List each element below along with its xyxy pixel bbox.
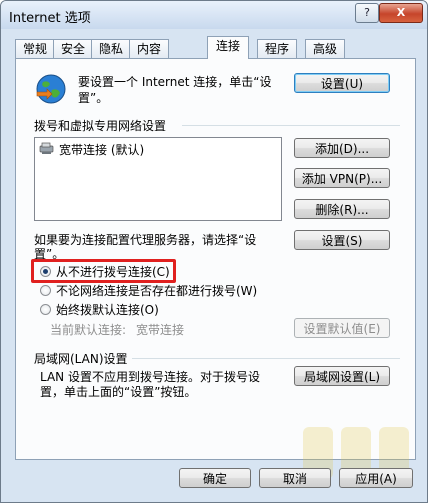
tab-security[interactable]: 安全 bbox=[53, 39, 93, 58]
dialup-section-title: 拨号和虚拟专用网络设置 bbox=[34, 119, 167, 133]
lan-section-title: 局域网(LAN)设置 bbox=[34, 352, 128, 366]
window-title: Internet 选项 bbox=[9, 11, 91, 26]
setup-button[interactable]: 设置(U) bbox=[294, 73, 390, 93]
dial-whenever-radio[interactable] bbox=[40, 285, 51, 296]
dial-whenever-label[interactable]: 不论网络连接是否存在都进行拨号(W) bbox=[56, 282, 257, 299]
ok-button[interactable]: 确定 bbox=[179, 468, 251, 488]
add-vpn-button[interactable]: 添加 VPN(P)... bbox=[294, 168, 390, 188]
connections-list[interactable]: 宽带连接 (默认) bbox=[34, 137, 282, 221]
proxy-settings-button[interactable]: 设置(S) bbox=[294, 230, 390, 250]
add-button[interactable]: 添加(D)... bbox=[294, 138, 390, 158]
globe-icon bbox=[36, 74, 66, 104]
current-default-value: 宽带连接 bbox=[136, 323, 185, 337]
apply-button[interactable]: 应用(A) bbox=[339, 468, 413, 488]
tab-general[interactable]: 常规 bbox=[15, 39, 55, 58]
broadband-connection-icon bbox=[39, 142, 54, 154]
setup-text-line2: 置”。 bbox=[78, 91, 109, 105]
tab-content[interactable]: 内容 bbox=[129, 39, 169, 58]
lan-settings-button[interactable]: 局域网设置(L) bbox=[294, 366, 390, 386]
proxy-text-line1: 如果要为连接配置代理服务器，请选择“设 bbox=[34, 233, 257, 247]
setup-text-line1: 要设置一个 Internet 连接，单击“设 bbox=[78, 75, 272, 89]
connections-panel: 要设置一个 Internet 连接，单击“设 置”。 设置(U) 拨号和虚拟专用… bbox=[15, 58, 416, 460]
tab-privacy[interactable]: 隐私 bbox=[91, 39, 131, 58]
section-divider bbox=[132, 358, 400, 359]
tab-connections[interactable]: 连接 bbox=[207, 36, 249, 59]
tab-programs[interactable]: 程序 bbox=[257, 39, 297, 58]
internet-options-dialog: Internet 选项 ? X 常规 安全 隐私 内容 连接 程序 高级 要设置… bbox=[0, 0, 428, 503]
current-default-label: 当前默认连接: bbox=[50, 323, 127, 337]
always-dial-default-radio[interactable] bbox=[40, 304, 51, 315]
help-button[interactable]: ? bbox=[355, 3, 379, 23]
set-default-button[interactable]: 设置默认值(E) bbox=[294, 318, 390, 338]
title-bar[interactable]: Internet 选项 ? X bbox=[1, 1, 427, 29]
never-dial-label[interactable]: 从不进行拨号连接(C) bbox=[56, 263, 170, 280]
always-dial-default-label[interactable]: 始终拨默认连接(O) bbox=[56, 301, 159, 318]
section-divider bbox=[182, 125, 400, 126]
tab-advanced[interactable]: 高级 bbox=[305, 39, 345, 58]
connection-label: 宽带连接 (默认) bbox=[59, 143, 145, 157]
cancel-button[interactable]: 取消 bbox=[259, 468, 331, 488]
never-dial-radio[interactable] bbox=[40, 266, 51, 277]
delete-button[interactable]: 删除(R)... bbox=[294, 199, 390, 219]
lan-text-line2: 置，单击上面的“设置”按钮。 bbox=[40, 385, 197, 399]
close-button[interactable]: X bbox=[379, 3, 423, 23]
